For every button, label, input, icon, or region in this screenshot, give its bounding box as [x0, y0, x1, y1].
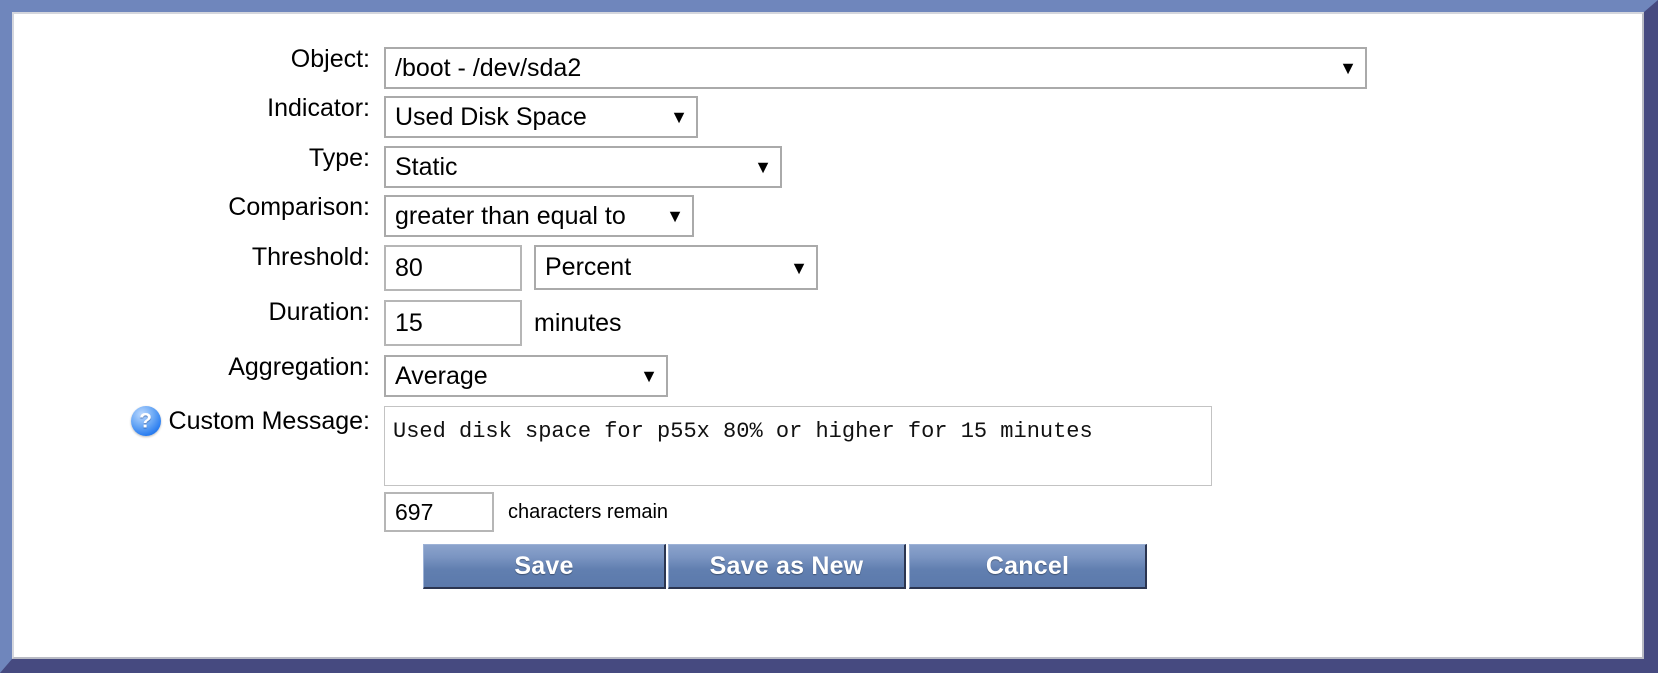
threshold-input[interactable]: 80	[384, 245, 522, 291]
type-label: Type:	[308, 144, 370, 172]
form-row-type: Type: Static ▼	[54, 146, 782, 188]
aggregation-select[interactable]: Average ▼	[384, 355, 668, 397]
duration-unit-label: minutes	[534, 309, 622, 337]
object-select[interactable]: /boot - /dev/sda2 ▼	[384, 47, 1367, 89]
form-row-characters-remain: 697 characters remain	[54, 492, 668, 532]
object-label: Object:	[290, 45, 370, 73]
chevron-down-icon: ▼	[670, 107, 688, 127]
type-select-value: Static	[395, 152, 458, 181]
characters-remain-value: 697	[395, 498, 434, 525]
custom-message-text: Used disk space for p55x 80% or higher f…	[393, 419, 1093, 444]
threshold-label: Threshold:	[251, 243, 370, 271]
aggregation-label: Aggregation:	[228, 353, 370, 381]
duration-input-value: 15	[395, 308, 423, 337]
form-row-duration: Duration: 15 minutes	[54, 300, 622, 346]
indicator-label: Indicator:	[267, 94, 370, 122]
chevron-down-icon: ▼	[666, 206, 684, 226]
chevron-down-icon: ▼	[640, 366, 658, 386]
custom-message-label: Custom Message:	[168, 406, 370, 435]
comparison-select-value: greater than equal to	[395, 201, 626, 230]
form-row-comparison: Comparison: greater than equal to ▼	[54, 195, 694, 237]
comparison-label: Comparison:	[228, 193, 370, 221]
comparison-select[interactable]: greater than equal to ▼	[384, 195, 694, 237]
form-row-aggregation: Aggregation: Average ▼	[54, 355, 668, 397]
duration-input[interactable]: 15	[384, 300, 522, 346]
threshold-input-value: 80	[395, 253, 423, 282]
window-frame: Object: /boot - /dev/sda2 ▼ Indicator: U…	[0, 0, 1658, 673]
help-question-icon[interactable]	[130, 406, 161, 436]
form-row-threshold: Threshold: 80 Percent ▼	[54, 245, 818, 291]
duration-label: Duration:	[268, 298, 370, 326]
form-row-indicator: Indicator: Used Disk Space ▼	[54, 96, 698, 138]
save-as-new-button[interactable]: Save as New	[668, 544, 906, 589]
aggregation-select-value: Average	[395, 361, 488, 390]
save-button[interactable]: Save	[423, 544, 666, 589]
indicator-select-value: Used Disk Space	[395, 102, 587, 131]
form-row-object: Object: /boot - /dev/sda2 ▼	[54, 47, 1367, 89]
type-select[interactable]: Static ▼	[384, 146, 782, 188]
indicator-select[interactable]: Used Disk Space ▼	[384, 96, 698, 138]
form-row-custom-message: Custom Message: Used disk space for p55x…	[54, 406, 1212, 486]
object-select-value: /boot - /dev/sda2	[395, 53, 582, 82]
threshold-unit-value: Percent	[545, 253, 632, 281]
cancel-button[interactable]: Cancel	[909, 544, 1147, 589]
custom-message-textarea[interactable]: Used disk space for p55x 80% or higher f…	[384, 406, 1212, 486]
threshold-unit-select[interactable]: Percent ▼	[534, 245, 818, 290]
alert-definition-form: Object: /boot - /dev/sda2 ▼ Indicator: U…	[14, 14, 1642, 657]
custom-message-label-group: Custom Message:	[54, 406, 384, 436]
chevron-down-icon: ▼	[1339, 58, 1357, 78]
chevron-down-icon: ▼	[754, 157, 772, 177]
chevron-down-icon: ▼	[790, 257, 808, 278]
window-inner-bevel: Object: /boot - /dev/sda2 ▼ Indicator: U…	[12, 12, 1644, 659]
characters-remain-label: characters remain	[508, 501, 669, 523]
characters-remain-input[interactable]: 697	[384, 492, 494, 532]
